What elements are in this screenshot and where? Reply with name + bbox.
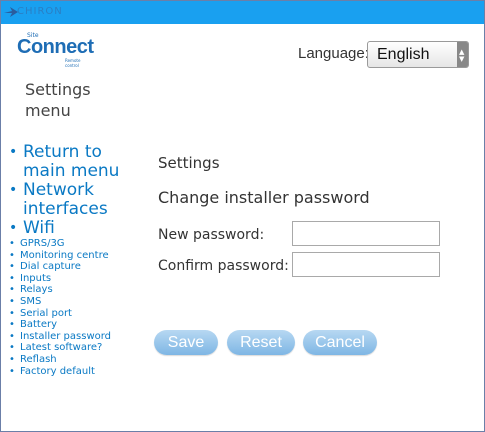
nav-latest-software[interactable]: Latest software?: [9, 342, 140, 354]
nav-installer-password[interactable]: Installer password: [9, 331, 140, 343]
nav-serial-port[interactable]: Serial port: [9, 308, 140, 320]
logo-tagline: Remote control: [65, 58, 81, 68]
header: Site Connect Remote control Language: En…: [1, 24, 484, 68]
nav-monitoring-centre[interactable]: Monitoring centre: [9, 250, 140, 262]
nav-battery[interactable]: Battery: [9, 319, 140, 331]
logo-site-text: Site: [27, 32, 39, 39]
settings-menu-heading: Settings menu: [25, 80, 91, 120]
nav-inputs[interactable]: Inputs: [9, 273, 140, 285]
nav-relays[interactable]: Relays: [9, 284, 140, 296]
save-button[interactable]: Save: [154, 330, 218, 355]
nav-wifi[interactable]: Wifi: [9, 219, 133, 239]
nav-sms[interactable]: SMS: [9, 296, 140, 308]
language-label: Language:: [298, 45, 369, 62]
confirm-password-input[interactable]: [292, 252, 440, 277]
app-window: CHIRON Site Connect Remote control Langu…: [0, 0, 485, 432]
nav-reflash[interactable]: Reflash: [9, 354, 140, 366]
reset-button[interactable]: Reset: [227, 330, 295, 355]
nav-return-main-menu[interactable]: Return to main menu: [9, 143, 133, 181]
cancel-button[interactable]: Cancel: [303, 330, 377, 355]
nav-dial-capture[interactable]: Dial capture: [9, 261, 140, 273]
nav-network-interfaces[interactable]: Network interfaces: [9, 181, 133, 219]
logo-connect-text: Connect: [17, 36, 94, 58]
dropdown-arrow-icon[interactable]: ▲ ▼: [457, 42, 468, 67]
nav-gprs-3g[interactable]: GPRS/3G: [9, 238, 140, 250]
brand-name: CHIRON: [17, 6, 63, 17]
section-title: Change installer password: [158, 188, 370, 207]
language-select[interactable]: English ▲ ▼: [367, 41, 469, 68]
nav-factory-default[interactable]: Factory default: [9, 366, 140, 378]
new-password-input[interactable]: [292, 221, 440, 246]
page-title: Settings: [158, 154, 220, 172]
confirm-password-label: Confirm password:: [158, 258, 289, 274]
top-bar: CHIRON: [1, 1, 484, 24]
new-password-label: New password:: [158, 227, 265, 243]
chiron-logo-icon: [4, 7, 18, 17]
site-connect-logo[interactable]: Site Connect Remote control: [17, 32, 94, 68]
settings-nav: Return to main menu Network interfaces W…: [9, 143, 140, 377]
language-selected-value: English: [377, 46, 430, 63]
